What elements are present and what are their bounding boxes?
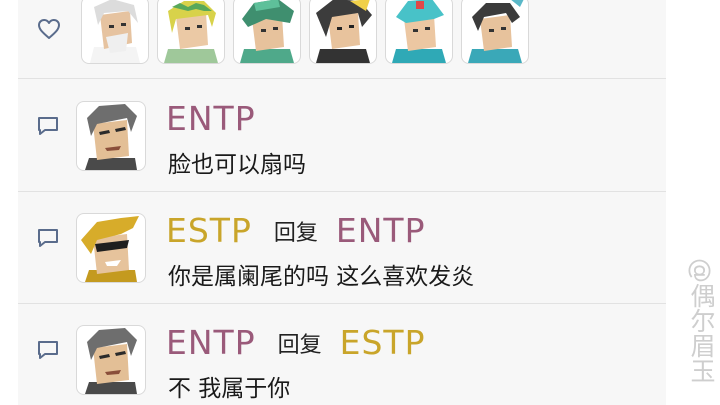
comment-avatar-gray-hair[interactable]: [76, 325, 146, 395]
comment-avatar-gray-hair[interactable]: [76, 101, 146, 171]
like-avatar-teal-cap[interactable]: [385, 0, 453, 64]
comment-author[interactable]: ENTP: [166, 99, 256, 138]
reply-label: 回复: [277, 332, 322, 358]
like-avatar-white-hair[interactable]: [81, 0, 149, 64]
comment-icon[interactable]: [36, 227, 60, 249]
comment-text: 你是属阑尾的吗 这么喜欢发炎: [168, 264, 475, 290]
comment-author[interactable]: ENTP: [166, 323, 256, 362]
comment-text: 不 我属于你: [168, 376, 291, 402]
comment-author[interactable]: ESTP: [166, 211, 252, 250]
watermark-text: @偶尔眉玉: [687, 258, 716, 383]
reply-target[interactable]: ESTP: [340, 323, 426, 362]
comment-text: 脸也可以扇吗: [168, 152, 306, 178]
likes-row: [18, 0, 666, 79]
comments-panel: ENTP 脸也可以扇吗 ESTP 回复 ENTP 你是属阑尾的吗 这么喜欢发炎: [18, 0, 666, 405]
like-avatar-dark-crown[interactable]: [461, 0, 529, 64]
reply-label: 回复: [273, 220, 318, 246]
comment-header: ENTP: [166, 99, 256, 139]
like-avatar-green-hat[interactable]: [233, 0, 301, 64]
like-avatar-green-wreath[interactable]: [157, 0, 225, 64]
comment-row: ESTP 回复 ENTP 你是属阑尾的吗 这么喜欢发炎: [18, 191, 666, 304]
reply-target[interactable]: ENTP: [336, 211, 426, 250]
comment-icon[interactable]: [36, 115, 60, 137]
comment-header: ENTP 回复 ESTP: [166, 323, 425, 363]
comment-avatar-sunglasses[interactable]: [76, 213, 146, 283]
heart-icon[interactable]: [37, 18, 61, 40]
comment-header: ESTP 回复 ENTP: [166, 211, 425, 251]
comment-icon[interactable]: [36, 339, 60, 361]
like-avatar-dark-hair[interactable]: [309, 0, 377, 64]
comment-row: ENTP 脸也可以扇吗: [18, 79, 666, 192]
comment-row: ENTP 回复 ESTP 不 我属于你: [18, 303, 666, 405]
